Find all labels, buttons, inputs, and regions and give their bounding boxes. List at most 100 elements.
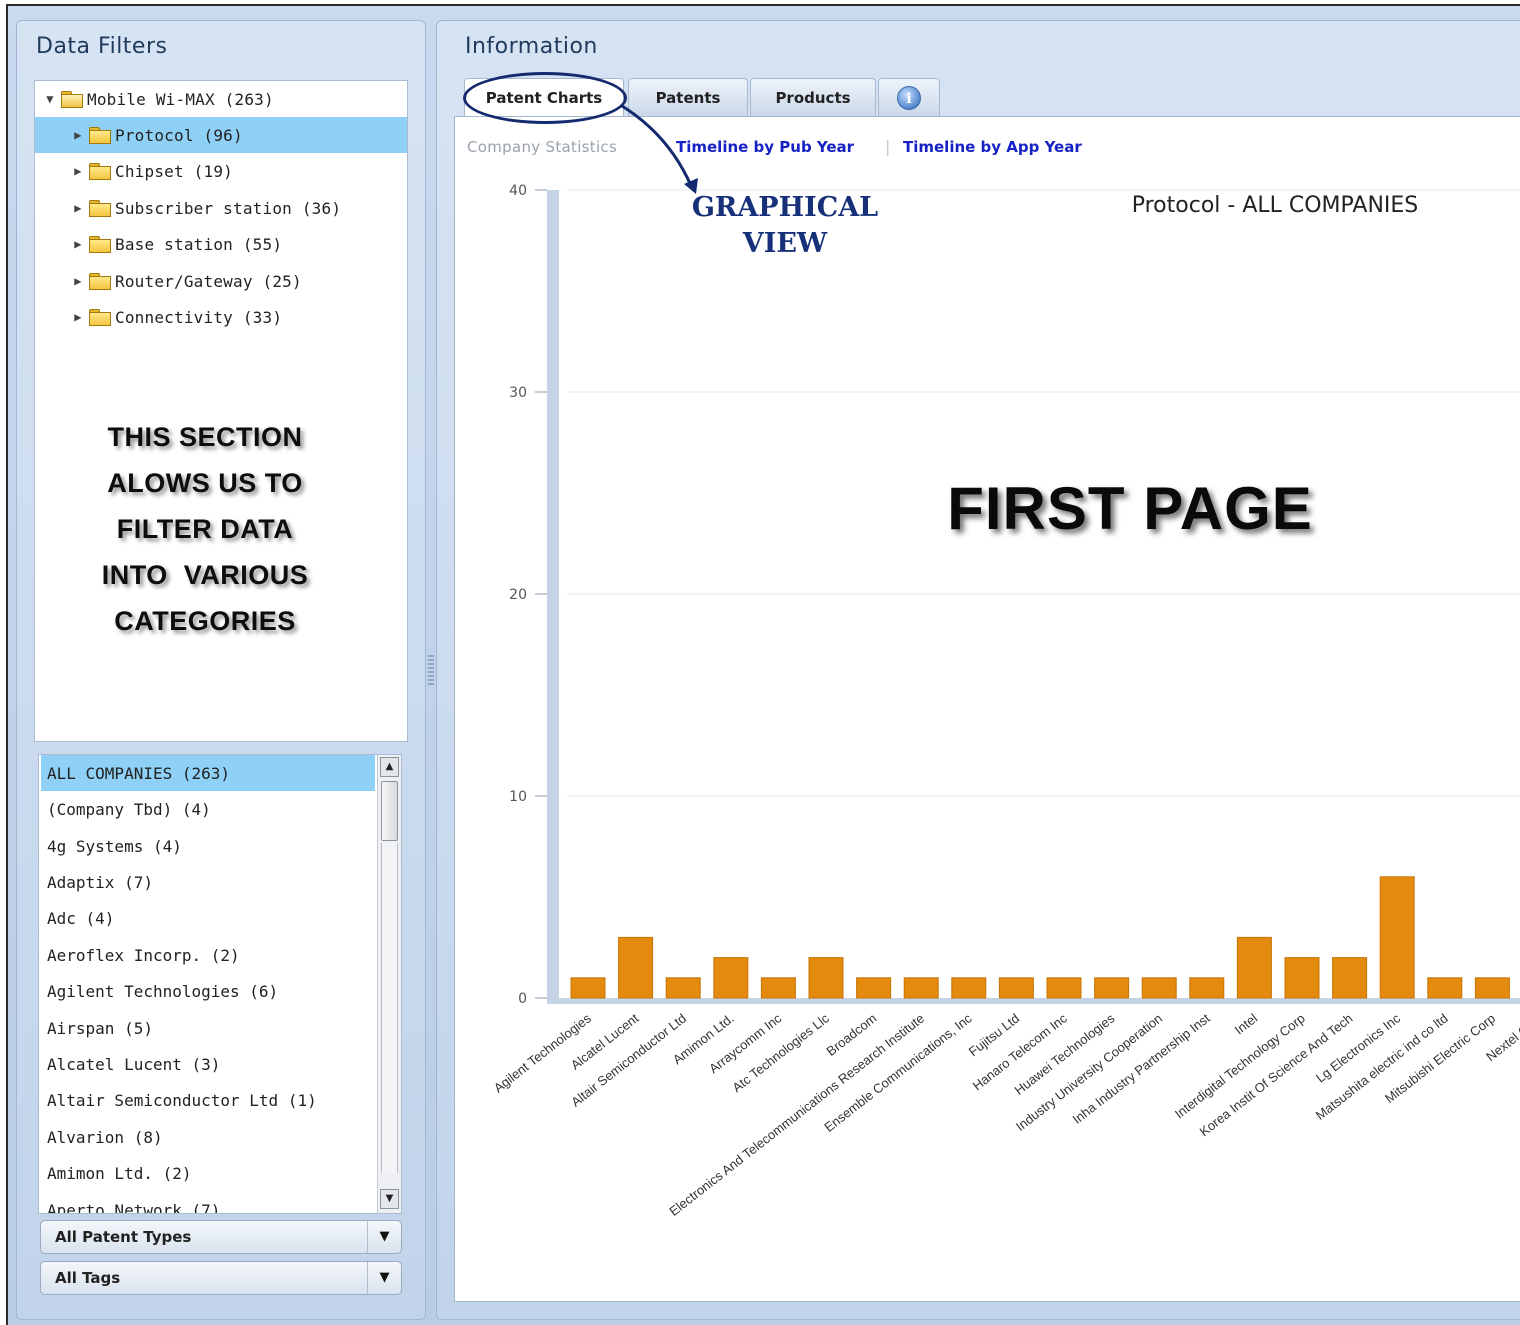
folder-icon — [89, 163, 111, 180]
tab-products[interactable]: Products — [750, 78, 876, 116]
bar — [1474, 977, 1510, 999]
y-tick-label: 20 — [509, 587, 527, 603]
tree-item-protocol[interactable]: ▶ Protocol (96) — [35, 117, 407, 153]
expand-right-icon[interactable]: ▶ — [69, 274, 87, 288]
annotation-line: FILTER DATA — [116, 514, 294, 544]
annotation-line: GRAPHICAL — [691, 192, 879, 223]
company-item[interactable]: 4g Systems (4) — [41, 828, 375, 864]
tree-item-label: Protocol (96) — [115, 125, 243, 145]
company-item[interactable]: Alvarion (8) — [41, 1119, 375, 1155]
company-item[interactable]: Alcatel Lucent (3) — [41, 1046, 375, 1082]
y-tick-label: 0 — [518, 991, 527, 1007]
tags-value: All Tags — [55, 1269, 121, 1287]
bar — [903, 977, 939, 999]
folder-icon — [89, 236, 111, 253]
annotation-line: THIS SECTION — [107, 422, 303, 452]
company-item[interactable]: Aeroflex Incorp. (2) — [41, 937, 375, 973]
bar — [1189, 977, 1225, 999]
folder-icon — [89, 200, 111, 217]
scroll-track[interactable] — [381, 843, 398, 1173]
company-item[interactable]: Agilent Technologies (6) — [41, 973, 375, 1009]
scroll-up-icon[interactable]: ▲ — [380, 757, 399, 777]
tags-dropdown[interactable]: All Tags ▼ — [40, 1261, 402, 1295]
tree-item-root[interactable]: ▼ Mobile Wi-MAX (263) — [35, 81, 407, 117]
timeline-app-year-link[interactable]: Timeline by App Year — [903, 138, 1082, 158]
filter-annotation: THIS SECTION ALOWS US TO FILTER DATA INT… — [40, 414, 370, 644]
y-axis — [547, 190, 559, 1004]
bar — [1046, 977, 1082, 999]
x-tick-label: Intel — [1232, 1010, 1261, 1037]
bar — [1236, 936, 1272, 999]
company-item[interactable]: Aperto Network (7) — [41, 1192, 375, 1214]
tree-item-label: Mobile Wi-MAX (263) — [87, 89, 274, 109]
expand-down-icon[interactable]: ▼ — [41, 92, 59, 106]
tree-item-chipset[interactable]: ▶ Chipset (19) — [35, 153, 407, 189]
info-icon: i — [897, 85, 921, 110]
patent-types-value: All Patent Types — [55, 1228, 192, 1246]
annotation-line: CATEGORIES — [114, 606, 296, 636]
company-item[interactable]: Adc (4) — [41, 900, 375, 936]
first-page-annotation: FIRST PAGE — [947, 475, 1313, 542]
chevron-down-icon[interactable]: ▼ — [367, 1221, 401, 1253]
x-axis — [547, 998, 1520, 1004]
patent-types-dropdown[interactable]: All Patent Types ▼ — [40, 1220, 402, 1254]
annotation-line: ALOWS US TO — [107, 468, 303, 498]
company-item[interactable]: (Company Tbd) (4) — [41, 791, 375, 827]
data-filters-title: Data Filters — [36, 34, 168, 59]
panel-splitter[interactable] — [428, 655, 434, 687]
bar — [570, 977, 606, 999]
bar — [760, 977, 796, 999]
tree-item-base-station[interactable]: ▶ Base station (55) — [35, 226, 407, 262]
expand-right-icon[interactable]: ▶ — [69, 310, 87, 324]
information-title: Information — [465, 34, 598, 59]
expand-right-icon[interactable]: ▶ — [69, 128, 87, 142]
chevron-down-icon[interactable]: ▼ — [367, 1262, 401, 1294]
company-list-scrollbar[interactable]: ▲ ▼ — [377, 755, 401, 1213]
tree-item-label: Chipset (19) — [115, 161, 233, 181]
tab-info[interactable]: i — [878, 78, 940, 116]
company-statistics-link[interactable]: Company Statistics — [467, 138, 617, 158]
company-item[interactable]: Amimon Ltd. (2) — [41, 1155, 375, 1191]
scroll-thumb[interactable] — [381, 781, 398, 841]
bar — [1284, 957, 1320, 999]
bar — [998, 977, 1034, 999]
expand-right-icon[interactable]: ▶ — [69, 237, 87, 251]
company-item[interactable]: Altair Semiconductor Ltd (1) — [41, 1082, 375, 1118]
folder-icon — [89, 309, 111, 326]
subnav-separator: | — [885, 137, 891, 156]
company-item[interactable]: Airspan (5) — [41, 1010, 375, 1046]
x-tick-label: Lg Electronics Inc — [1313, 1010, 1403, 1085]
tree-item-label: Connectivity (33) — [115, 307, 283, 327]
y-tick-label: 30 — [509, 385, 527, 401]
y-tick-label: 10 — [509, 789, 527, 805]
bar — [856, 977, 892, 999]
tree-item-connectivity[interactable]: ▶ Connectivity (33) — [35, 299, 407, 335]
expand-right-icon[interactable]: ▶ — [69, 164, 87, 178]
tree-item-router-gateway[interactable]: ▶ Router/Gateway (25) — [35, 263, 407, 299]
tree-item-subscriber-station[interactable]: ▶ Subscriber station (36) — [35, 190, 407, 226]
open-folder-icon — [61, 91, 83, 108]
annotation-line: VIEW — [742, 228, 828, 259]
bar — [1379, 876, 1415, 999]
patent-bar-chart: Protocol - ALL COMPANIES010203040Agilent… — [491, 183, 1520, 1219]
bar — [1332, 957, 1368, 999]
bar — [951, 977, 987, 999]
company-list[interactable]: ALL COMPANIES (263) (Company Tbd) (4) 4g… — [38, 754, 402, 1214]
chart-title: Protocol - ALL COMPANIES — [1132, 193, 1419, 218]
tree-item-label: Subscriber station (36) — [115, 198, 342, 218]
scroll-down-icon[interactable]: ▼ — [380, 1189, 399, 1209]
expand-right-icon[interactable]: ▶ — [69, 201, 87, 215]
annotation-line: INTO VARIOUS — [101, 560, 309, 590]
tree-item-label: Router/Gateway (25) — [115, 271, 302, 291]
bar — [713, 957, 749, 999]
arrow-line — [621, 104, 694, 189]
graphical-view-annotation: GRAPHICAL VIEW — [690, 190, 880, 262]
folder-icon — [89, 273, 111, 290]
bar — [618, 936, 654, 999]
bar — [808, 957, 844, 999]
tree-item-label: Base station (55) — [115, 234, 283, 254]
y-tick-label: 40 — [509, 183, 527, 199]
bar — [665, 977, 701, 999]
company-item[interactable]: Adaptix (7) — [41, 864, 375, 900]
company-item[interactable]: ALL COMPANIES (263) — [41, 755, 375, 791]
